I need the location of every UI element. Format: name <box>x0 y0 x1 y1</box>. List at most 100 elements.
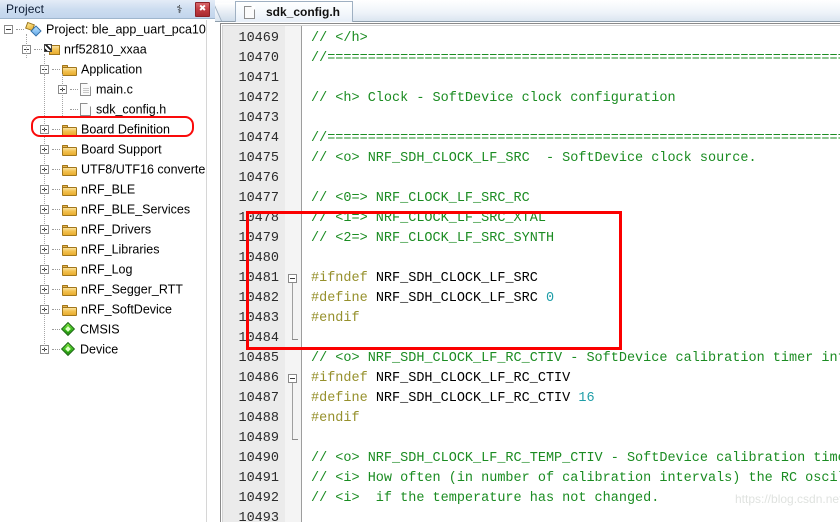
line-number: 10469 <box>238 31 279 46</box>
code-folding-column[interactable] <box>285 26 302 522</box>
diamond-icon <box>62 343 76 356</box>
tree-connector <box>52 128 60 131</box>
tree-item-sdk-config-h[interactable]: sdk_config.h <box>0 102 206 122</box>
tree-item-nrf-softdevice[interactable]: nRF_SoftDevice <box>0 302 206 322</box>
tree-item-board-support[interactable]: Board Support <box>0 142 206 162</box>
tree-item-nrf-drivers[interactable]: nRF_Drivers <box>0 222 206 242</box>
ide-window: Project ⚕ ✖ Project: ble_app_uart_pca100… <box>0 0 840 522</box>
close-icon: ✖ <box>198 4 207 14</box>
tree-connector <box>52 228 60 231</box>
code-line[interactable]: // <i> How often (in number of calibrati… <box>311 469 840 489</box>
tree-guide-line <box>26 34 27 58</box>
tree-item-utf8-utf16-converter[interactable]: UTF8/UTF16 converter <box>0 162 206 182</box>
tree-item-label: Board Support <box>81 142 162 157</box>
tree-item-nrf-libraries[interactable]: nRF_Libraries <box>0 242 206 262</box>
code-line[interactable]: #ifndef NRF_SDH_CLOCK_LF_SRC <box>311 269 538 289</box>
tree-guide-line <box>62 74 63 118</box>
code-line[interactable]: // </h> <box>311 29 368 49</box>
tree-item-label: sdk_config.h <box>96 102 167 117</box>
fold-end-tick <box>292 339 298 340</box>
code-token-cmt: // <1=> NRF_CLOCK_LF_SRC_XTAL <box>311 211 546 226</box>
code-token-kw: #define <box>311 291 368 306</box>
tree-connector <box>52 188 60 191</box>
tree-item-nrf-segger-rtt[interactable]: nRF_Segger_RTT <box>0 282 206 302</box>
tree-item-label: nRF_Libraries <box>81 242 160 257</box>
tree-connector <box>52 148 60 151</box>
line-number: 10472 <box>238 91 279 106</box>
close-button[interactable]: ✖ <box>195 2 210 17</box>
code-editor[interactable]: 10469 10470 10471 10472 10473 10474 10475 10476… <box>222 25 840 522</box>
code-line[interactable]: // <o> NRF_SDH_CLOCK_LF_RC_TEMP_CTIV - S… <box>311 449 840 469</box>
code-line[interactable]: // <i> if the temperature has not change… <box>311 489 659 509</box>
code-line[interactable]: #define NRF_SDH_CLOCK_LF_RC_CTIV 16 <box>311 389 595 409</box>
code-line[interactable]: // <o> NRF_SDH_CLOCK_LF_SRC - SoftDevice… <box>311 149 757 169</box>
code-line[interactable]: //======================================… <box>311 49 840 69</box>
tree-connector <box>52 168 60 171</box>
tab-label: sdk_config.h <box>266 5 341 19</box>
tree-item-label: nRF_BLE <box>81 182 136 197</box>
tree-item-main-c[interactable]: main.c <box>0 82 206 102</box>
line-number: 10475 <box>238 151 279 166</box>
line-number: 10488 <box>238 411 279 426</box>
tree-item-board-definition[interactable]: Board Definition <box>0 122 206 142</box>
fold-collapse-icon[interactable] <box>288 374 297 383</box>
tree-item-application[interactable]: Application <box>0 62 206 82</box>
panel-splitter[interactable] <box>207 22 215 522</box>
tree-item-project-ble-app-uart-pca10040e[interactable]: Project: ble_app_uart_pca10040e <box>0 22 206 42</box>
pin-icon[interactable]: ⚕ <box>172 2 187 17</box>
tree-item-cmsis[interactable]: CMSIS <box>0 322 206 342</box>
line-number: 10480 <box>238 251 279 266</box>
code-line[interactable]: // <0=> NRF_CLOCK_LF_SRC_RC <box>311 189 530 209</box>
tree-item-nrf-ble[interactable]: nRF_BLE <box>0 182 206 202</box>
code-line[interactable]: // <1=> NRF_CLOCK_LF_SRC_XTAL <box>311 209 546 229</box>
code-token-cmt: // <0=> NRF_CLOCK_LF_SRC_RC <box>311 191 530 206</box>
fold-stem <box>292 329 293 339</box>
tree-item-label: main.c <box>96 82 133 97</box>
tree-item-nrf-ble-services[interactable]: nRF_BLE_Services <box>0 202 206 222</box>
fold-stem <box>292 409 293 429</box>
code-line[interactable]: // <2=> NRF_CLOCK_LF_SRC_SYNTH <box>311 229 554 249</box>
tree-item-label: Project: ble_app_uart_pca10040e <box>46 22 206 37</box>
code-line[interactable]: //======================================… <box>311 129 840 149</box>
code-line[interactable]: #endif <box>311 309 360 329</box>
tree-item-label: nRF_SoftDevice <box>81 302 173 317</box>
project-tree[interactable]: Project: ble_app_uart_pca10040e nrf52810_… <box>0 20 206 522</box>
code-token-cmt: // <i> How often (in number of calibrati… <box>311 471 840 486</box>
tree-item-device[interactable]: Device <box>0 342 206 362</box>
line-number: 10482 <box>238 291 279 306</box>
panel-title: Project <box>6 2 45 16</box>
tree-connector <box>52 208 60 211</box>
fold-stem <box>292 309 293 329</box>
tree-item-label: Board Definition <box>81 122 170 137</box>
tree-item-label: nRF_Segger_RTT <box>81 282 183 297</box>
code-line[interactable]: #define NRF_SDH_CLOCK_LF_SRC 0 <box>311 289 554 309</box>
line-number: 10481 <box>238 271 279 286</box>
code-line[interactable]: #ifndef NRF_SDH_CLOCK_LF_RC_CTIV <box>311 369 570 389</box>
fold-end-tick <box>292 439 298 440</box>
tree-item-nrf52810-xxaa[interactable]: nrf52810_xxaa <box>0 42 206 62</box>
code-line[interactable]: // <o> NRF_SDH_CLOCK_LF_RC_CTIV - SoftDe… <box>311 349 840 369</box>
line-number: 10479 <box>238 231 279 246</box>
code-token-idn: NRF_SDH_CLOCK_LF_RC_CTIV <box>367 371 571 386</box>
tree-connector <box>52 348 60 351</box>
folder-icon <box>62 304 77 316</box>
code-line[interactable]: // <h> Clock - SoftDevice clock configur… <box>311 89 676 109</box>
tree-item-nrf-log[interactable]: nRF_Log <box>0 262 206 282</box>
tab-sdk-config-h[interactable]: sdk_config.h <box>235 1 354 22</box>
code-line[interactable]: #endif <box>311 409 360 429</box>
tree-connector <box>70 108 78 111</box>
code-token-kw: #endif <box>311 311 360 326</box>
collapse-icon[interactable] <box>4 25 13 35</box>
tree-connector <box>16 28 24 31</box>
fold-collapse-icon[interactable] <box>288 274 297 283</box>
code-token-idn: NRF_SDH_CLOCK_LF_RC_CTIV <box>367 391 579 406</box>
code-text-area[interactable]: // </h> //===============================… <box>303 26 840 522</box>
